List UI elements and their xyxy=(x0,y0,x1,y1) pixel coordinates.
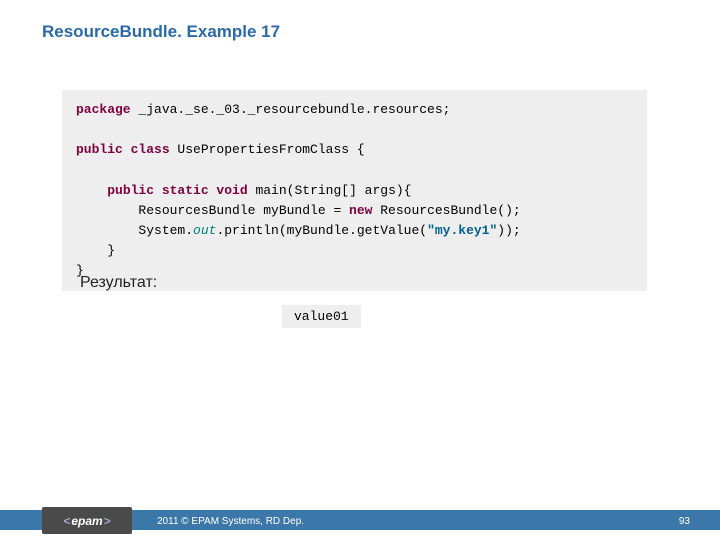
result-label: Результат: xyxy=(80,274,157,292)
code-text: _java._se._03._resourcebundle.resources; xyxy=(131,102,451,117)
lit-string: "my.key1" xyxy=(427,223,497,238)
slide: ResourceBundle. Example 17 package _java… xyxy=(0,0,720,540)
logo-epam: epam xyxy=(42,507,132,534)
code-text: )); xyxy=(497,223,520,238)
result-value: value01 xyxy=(282,305,361,328)
code-block: package _java._se._03._resourcebundle.re… xyxy=(62,90,647,291)
id-out: out xyxy=(193,223,216,238)
code-text: UsePropertiesFromClass { xyxy=(170,142,365,157)
code-text: } xyxy=(76,243,115,258)
code-text: System. xyxy=(76,223,193,238)
kw-new: new xyxy=(349,203,372,218)
code-text: ResourcesBundle(); xyxy=(372,203,520,218)
kw-package: package xyxy=(76,102,131,117)
code-text: .println(myBundle.getValue( xyxy=(216,223,427,238)
kw-public-static-void: public static void xyxy=(107,183,247,198)
slide-title: ResourceBundle. Example 17 xyxy=(42,22,280,42)
copyright-text: 2011 © EPAM Systems, RD Dep. xyxy=(157,516,304,527)
code-text: ResourcesBundle myBundle = xyxy=(76,203,349,218)
code-text: main(String[] args){ xyxy=(248,183,412,198)
page-number: 93 xyxy=(679,516,690,527)
kw-public-class: public class xyxy=(76,142,170,157)
code-indent xyxy=(76,183,107,198)
